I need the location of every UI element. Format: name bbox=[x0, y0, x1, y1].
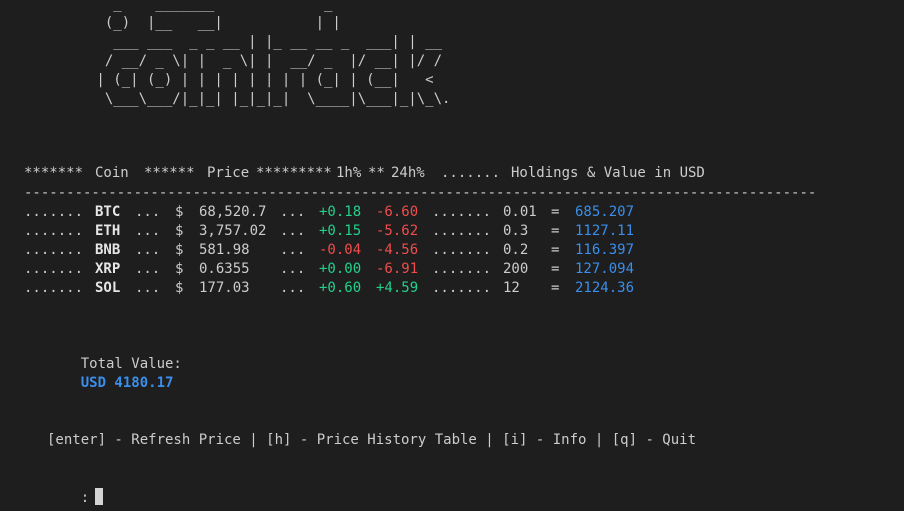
currency-sign: $ bbox=[175, 204, 184, 220]
equals-sign: = bbox=[551, 280, 560, 296]
row-dots: ....... bbox=[432, 242, 492, 258]
coin-price: 177.03 bbox=[199, 280, 250, 296]
equals-sign: = bbox=[551, 204, 560, 220]
row-lead-dots: ....... bbox=[24, 204, 84, 220]
prompt-symbol: : bbox=[80, 490, 90, 506]
text-cursor[interactable] bbox=[95, 488, 104, 505]
terminal-window: _ _______ _ (_) |__ __| | | ___ ___ _ _ … bbox=[0, 0, 904, 511]
row-lead-dots: ....... bbox=[24, 223, 84, 239]
holdings-amount: 0.01 bbox=[503, 204, 537, 220]
equals-sign: = bbox=[551, 223, 560, 239]
total-value-amount: USD 4180.17 bbox=[80, 375, 174, 391]
row-dots: ....... bbox=[432, 280, 492, 296]
header-stars: ********* bbox=[256, 165, 332, 181]
holdings-amount: 0.3 bbox=[503, 223, 529, 239]
holdings-amount: 200 bbox=[503, 261, 529, 277]
command-prompt[interactable]: : bbox=[47, 469, 104, 506]
header-price: Price bbox=[207, 165, 250, 181]
header-coin: Coin bbox=[95, 165, 129, 181]
row-dots: ... bbox=[280, 204, 306, 220]
coin-price: 581.98 bbox=[199, 242, 250, 258]
change-24h: -4.56 bbox=[376, 242, 419, 258]
coin-symbol: XRP bbox=[95, 261, 121, 277]
total-value-label: Total Value: bbox=[80, 356, 182, 372]
row-dots: ... bbox=[135, 280, 161, 296]
change-1h: +0.15 bbox=[319, 223, 362, 239]
change-24h: +4.59 bbox=[376, 280, 419, 296]
total-value-line: Total Value: USD 4180.17 bbox=[47, 336, 182, 391]
table-row: ....... BNB ... $ 581.98 ... -0.04 -4.56… bbox=[24, 241, 634, 260]
table-row: ....... BTC ... $ 68,520.7 ... +0.18 -6.… bbox=[24, 203, 634, 222]
row-dots: ... bbox=[135, 261, 161, 277]
equals-sign: = bbox=[551, 261, 560, 277]
row-dots: ... bbox=[135, 242, 161, 258]
row-lead-dots: ....... bbox=[24, 280, 84, 296]
row-dots: ....... bbox=[432, 261, 492, 277]
holdings-amount: 0.2 bbox=[503, 242, 529, 258]
coin-symbol: BTC bbox=[95, 204, 121, 220]
currency-sign: $ bbox=[175, 242, 184, 258]
row-lead-dots: ....... bbox=[24, 261, 84, 277]
coin-price: 68,520.7 bbox=[199, 204, 267, 220]
change-1h: -0.04 bbox=[319, 242, 362, 258]
coin-symbol: BNB bbox=[95, 242, 121, 258]
equals-sign: = bbox=[551, 242, 560, 258]
header-holdings: Holdings & Value in USD bbox=[511, 165, 705, 181]
holdings-value: 685.207 bbox=[575, 204, 635, 220]
row-dots: ... bbox=[280, 242, 306, 258]
row-dots: ... bbox=[135, 223, 161, 239]
header-1h: 1h% bbox=[336, 165, 362, 181]
table-header: ******* Coin ****** Price ********* 1h% … bbox=[24, 164, 705, 183]
header-stars: ** bbox=[368, 165, 385, 181]
change-1h: +0.60 bbox=[319, 280, 362, 296]
change-24h: -6.60 bbox=[376, 204, 419, 220]
coin-price: 3,757.02 bbox=[199, 223, 267, 239]
holdings-amount: 12 bbox=[503, 280, 520, 296]
row-dots: ... bbox=[280, 280, 306, 296]
row-dots: ... bbox=[135, 204, 161, 220]
row-dots: ... bbox=[280, 223, 306, 239]
table-row: ....... XRP ... $ 0.6355 ... +0.00 -6.91… bbox=[24, 260, 634, 279]
coin-symbol: SOL bbox=[95, 280, 121, 296]
currency-sign: $ bbox=[175, 223, 184, 239]
table-separator: ----------------------------------------… bbox=[24, 185, 817, 201]
change-1h: +0.00 bbox=[319, 261, 362, 277]
header-dots: ....... bbox=[441, 165, 501, 181]
header-stars: ****** bbox=[144, 165, 195, 181]
row-dots: ....... bbox=[432, 223, 492, 239]
change-24h: -5.62 bbox=[376, 223, 419, 239]
table-row: ....... SOL ... $ 177.03 ... +0.60 +4.59… bbox=[24, 279, 634, 298]
holdings-value: 127.094 bbox=[575, 261, 635, 277]
row-lead-dots: ....... bbox=[24, 242, 84, 258]
change-24h: -6.91 bbox=[376, 261, 419, 277]
holdings-value: 1127.11 bbox=[575, 223, 635, 239]
currency-sign: $ bbox=[175, 280, 184, 296]
command-menu: [enter] - Refresh Price | [h] - Price Hi… bbox=[47, 432, 697, 448]
header-24h: 24h% bbox=[391, 165, 425, 181]
header-stars: ******* bbox=[24, 165, 84, 181]
table-row: ....... ETH ... $ 3,757.02 ... +0.15 -5.… bbox=[24, 222, 634, 241]
holdings-value: 116.397 bbox=[575, 242, 635, 258]
currency-sign: $ bbox=[175, 261, 184, 277]
coin-symbol: ETH bbox=[95, 223, 121, 239]
row-dots: ....... bbox=[432, 204, 492, 220]
change-1h: +0.18 bbox=[319, 204, 362, 220]
coin-price: 0.6355 bbox=[199, 261, 250, 277]
holdings-value: 2124.36 bbox=[575, 280, 635, 296]
row-dots: ... bbox=[280, 261, 306, 277]
ascii-banner: _ _______ _ (_) |__ __| | | ___ ___ _ _ … bbox=[96, 0, 451, 107]
